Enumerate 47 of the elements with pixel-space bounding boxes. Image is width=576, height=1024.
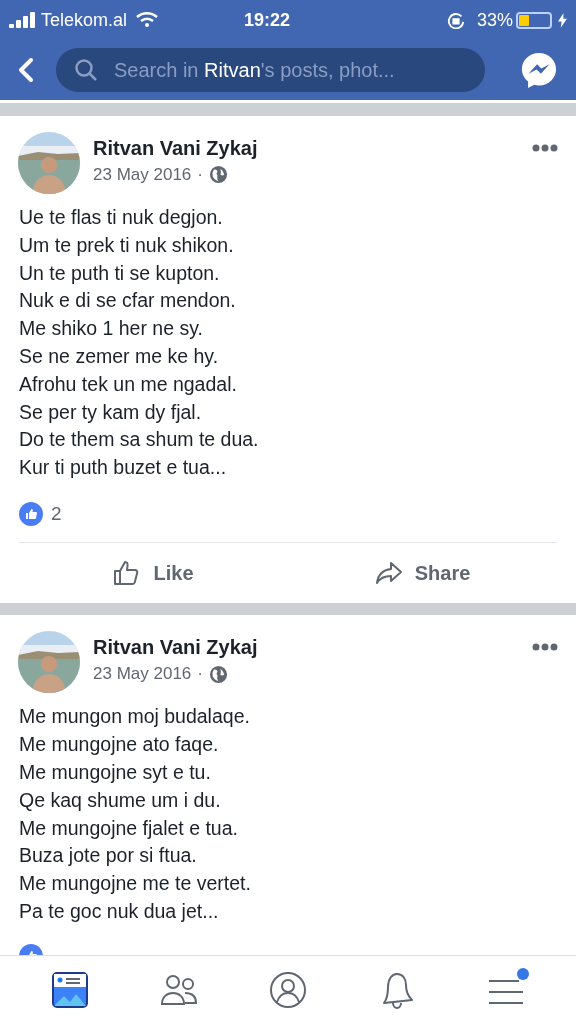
post-text-line: Ue te flas ti nuk degjon.	[19, 205, 224, 230]
battery-percent: 33%	[476, 8, 513, 32]
thumbs-up-icon	[19, 502, 43, 527]
post-text-line: Kur ti puth buzet e tua...	[19, 455, 228, 481]
post-date: 23 May 2016	[93, 164, 192, 186]
charging-icon	[558, 12, 567, 28]
search-field[interactable]: Search in Ritvan's posts, phot...	[56, 48, 485, 92]
wifi-icon	[135, 11, 160, 29]
globe-icon	[208, 664, 228, 684]
battery-icon	[516, 11, 552, 29]
separator-dot: ·	[197, 663, 203, 686]
post-text-line: Nuk e di se cfar mendon.	[19, 288, 237, 314]
like-button[interactable]: Like	[19, 543, 288, 604]
author-name[interactable]: Ritvan Vani Zykaj	[93, 633, 258, 662]
author-name[interactable]: Ritvan Vani Zykaj	[93, 134, 258, 162]
post-text-line: Afrohu tek un me ngadal.	[19, 371, 238, 397]
post-text-line: Un te puth ti se kupton.	[19, 260, 221, 286]
rotation-lock-icon	[446, 11, 465, 29]
profile-icon	[269, 971, 307, 1009]
people-icon	[160, 973, 199, 1007]
clock-time: 19:22	[244, 8, 291, 32]
separator-dot: ·	[197, 164, 203, 186]
post-text-line: Me mungon moj budalaqe.	[19, 704, 251, 730]
post-text-line: Me mungojne ato faqe.	[19, 732, 220, 758]
post-text-line: Se ne zemer me ke hy.	[19, 344, 220, 369]
search-icon	[74, 58, 98, 82]
post-text-line: Um te prek ti nuk shikon.	[19, 232, 235, 258]
post-text-line: Buza jote por si ftua.	[19, 843, 198, 869]
more-icon[interactable]	[532, 144, 558, 152]
signal-icon	[9, 12, 35, 28]
post-text-line: Do te them sa shum te dua.	[19, 427, 260, 453]
carrier-name: Telekom.al	[41, 8, 128, 32]
messenger-icon[interactable]	[520, 51, 558, 89]
post-text-line: Pa te goc nuk dua jet...	[19, 899, 220, 925]
post-text-line: Me mungojne me te vertet.	[19, 871, 252, 897]
globe-icon	[208, 165, 228, 185]
news-feed-icon	[52, 972, 89, 1008]
more-icon[interactable]	[532, 643, 558, 652]
share-button[interactable]: Share	[288, 543, 557, 604]
post-text-line: Me mungojne syt e tu.	[19, 760, 212, 786]
post-date: 23 May 2016	[93, 663, 192, 686]
post-text-line: Qe kaq shume um i du.	[19, 787, 222, 813]
like-count[interactable]: 2	[51, 499, 62, 529]
post-text-line: Se per ty kam dy fjal.	[19, 399, 203, 425]
post-text-line: Me shiko 1 her ne sy.	[19, 316, 204, 342]
post-text-line: Me mungojne fjalet e tua.	[19, 815, 239, 841]
back-icon[interactable]	[18, 57, 34, 83]
